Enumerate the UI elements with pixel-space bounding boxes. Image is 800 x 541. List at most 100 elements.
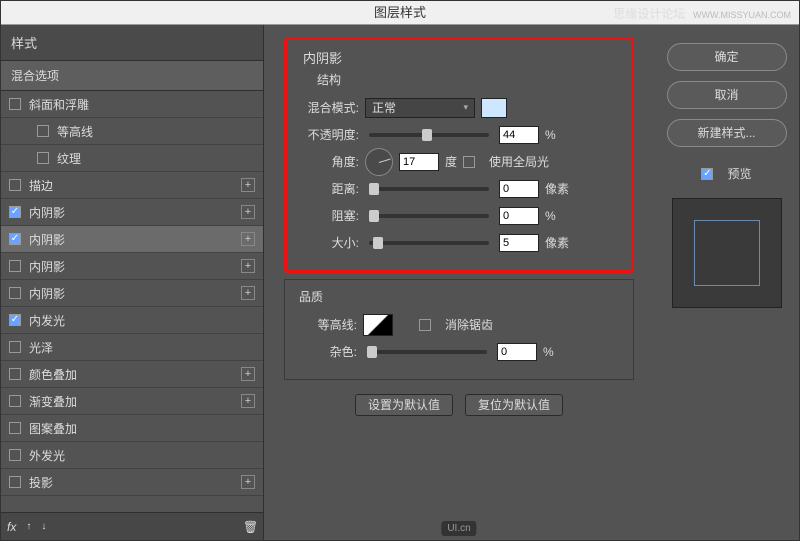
style-checkbox[interactable] bbox=[9, 260, 21, 272]
choke-unit: % bbox=[545, 209, 573, 223]
style-row-14[interactable]: 投影+ bbox=[1, 469, 263, 496]
style-row-1[interactable]: 等高线 bbox=[1, 118, 263, 145]
style-row-12[interactable]: 图案叠加 bbox=[1, 415, 263, 442]
style-label: 内阴影 bbox=[29, 204, 65, 221]
distance-slider[interactable] bbox=[369, 187, 489, 191]
angle-dial[interactable] bbox=[365, 148, 393, 176]
style-row-3[interactable]: 描边+ bbox=[1, 172, 263, 199]
style-row-10[interactable]: 颜色叠加+ bbox=[1, 361, 263, 388]
color-swatch[interactable] bbox=[481, 98, 507, 118]
style-row-4[interactable]: 内阴影 + bbox=[1, 199, 263, 226]
style-label: 内发光 bbox=[29, 312, 65, 329]
style-checkbox[interactable] bbox=[9, 368, 21, 380]
ok-button[interactable]: 确定 bbox=[667, 43, 787, 71]
style-label: 内阴影 bbox=[29, 285, 65, 302]
antialias-label: 消除锯齿 bbox=[445, 316, 493, 333]
style-label: 渐变叠加 bbox=[29, 393, 77, 410]
size-unit: 像素 bbox=[545, 234, 573, 251]
move-down-icon[interactable]: ↓ bbox=[41, 521, 46, 532]
size-slider[interactable] bbox=[369, 241, 489, 245]
watermark-url: WWW.MISSYUAN.COM bbox=[693, 10, 791, 20]
style-row-7[interactable]: 内阴影 + bbox=[1, 280, 263, 307]
style-row-0[interactable]: 斜面和浮雕 bbox=[1, 91, 263, 118]
style-label: 内阴影 bbox=[29, 258, 65, 275]
style-checkbox[interactable] bbox=[9, 314, 21, 326]
blend-mode-select[interactable]: 正常 ▾ bbox=[365, 98, 475, 118]
style-checkbox[interactable] bbox=[9, 233, 21, 245]
angle-unit: 度 bbox=[445, 153, 457, 170]
preview-label: 预览 bbox=[727, 165, 751, 182]
distance-unit: 像素 bbox=[545, 180, 573, 197]
chevron-down-icon: ▾ bbox=[463, 102, 468, 113]
styles-sidebar: 样式 混合选项 斜面和浮雕等高线纹理描边+内阴影+内阴影+内阴影+内阴影+内发光… bbox=[1, 25, 264, 540]
style-checkbox[interactable] bbox=[9, 179, 21, 191]
fx-menu[interactable]: fx bbox=[7, 520, 16, 534]
style-row-6[interactable]: 内阴影 + bbox=[1, 253, 263, 280]
preview-inner bbox=[694, 220, 760, 286]
settings-panel: 内阴影 结构 混合模式: 正常 ▾ 不透明度: 44 % 角度: bbox=[264, 25, 654, 540]
structure-heading: 结构 bbox=[317, 71, 619, 88]
noise-label: 杂色: bbox=[297, 343, 357, 360]
blending-options-row[interactable]: 混合选项 bbox=[1, 61, 263, 91]
global-light-label: 使用全局光 bbox=[489, 153, 549, 170]
style-checkbox[interactable] bbox=[9, 206, 21, 218]
style-row-11[interactable]: 渐变叠加 + bbox=[1, 388, 263, 415]
add-effect-icon[interactable]: + bbox=[241, 259, 255, 273]
blend-mode-value: 正常 bbox=[372, 99, 396, 116]
choke-input[interactable]: 0 bbox=[499, 207, 539, 225]
add-effect-icon[interactable]: + bbox=[241, 394, 255, 408]
size-input[interactable]: 5 bbox=[499, 234, 539, 252]
global-light-checkbox[interactable] bbox=[463, 156, 475, 168]
style-checkbox[interactable] bbox=[37, 125, 49, 137]
reset-default-button[interactable]: 复位为默认值 bbox=[465, 394, 563, 416]
style-row-5[interactable]: 内阴影 + bbox=[1, 226, 263, 253]
opacity-label: 不透明度: bbox=[299, 126, 359, 143]
panel-title: 内阴影 bbox=[303, 48, 619, 67]
contour-picker[interactable] bbox=[363, 314, 393, 336]
style-checkbox[interactable] bbox=[9, 449, 21, 461]
style-label: 斜面和浮雕 bbox=[29, 96, 89, 113]
add-effect-icon[interactable]: + bbox=[241, 232, 255, 246]
make-default-button[interactable]: 设置为默认值 bbox=[355, 394, 453, 416]
style-row-9[interactable]: 光泽 bbox=[1, 334, 263, 361]
style-label: 纹理 bbox=[57, 150, 81, 167]
style-checkbox[interactable] bbox=[9, 341, 21, 353]
opacity-slider[interactable] bbox=[369, 133, 489, 137]
trash-icon[interactable]: 🗑 bbox=[243, 520, 257, 534]
style-checkbox[interactable] bbox=[9, 287, 21, 299]
add-effect-icon[interactable]: + bbox=[241, 286, 255, 300]
right-panel: 确定 取消 新建样式... 预览 bbox=[654, 25, 799, 540]
contour-label: 等高线: bbox=[297, 316, 357, 333]
style-row-8[interactable]: 内发光 bbox=[1, 307, 263, 334]
add-effect-icon[interactable]: + bbox=[241, 205, 255, 219]
style-checkbox[interactable] bbox=[9, 98, 21, 110]
distance-input[interactable]: 0 bbox=[499, 180, 539, 198]
style-checkbox[interactable] bbox=[9, 422, 21, 434]
add-effect-icon[interactable]: + bbox=[241, 475, 255, 489]
new-style-button[interactable]: 新建样式... bbox=[667, 119, 787, 147]
style-label: 外发光 bbox=[29, 447, 65, 464]
style-label: 内阴影 bbox=[29, 231, 65, 248]
footer-logo: UI.cn bbox=[441, 521, 476, 536]
style-list: 斜面和浮雕等高线纹理描边+内阴影+内阴影+内阴影+内阴影+内发光光泽颜色叠加+渐… bbox=[1, 91, 263, 512]
noise-input[interactable]: 0 bbox=[497, 343, 537, 361]
style-row-13[interactable]: 外发光 bbox=[1, 442, 263, 469]
choke-slider[interactable] bbox=[369, 214, 489, 218]
angle-input[interactable]: 17 bbox=[399, 153, 439, 171]
style-checkbox[interactable] bbox=[9, 395, 21, 407]
style-checkbox[interactable] bbox=[37, 152, 49, 164]
antialias-checkbox[interactable] bbox=[419, 319, 431, 331]
add-effect-icon[interactable]: + bbox=[241, 367, 255, 381]
style-row-2[interactable]: 纹理 bbox=[1, 145, 263, 172]
style-label: 等高线 bbox=[57, 123, 93, 140]
move-up-icon[interactable]: ↑ bbox=[26, 521, 31, 532]
quality-group: 品质 等高线: 消除锯齿 杂色: 0 % bbox=[284, 279, 634, 380]
opacity-input[interactable]: 44 bbox=[499, 126, 539, 144]
size-label: 大小: bbox=[299, 234, 359, 251]
cancel-button[interactable]: 取消 bbox=[667, 81, 787, 109]
preview-thumbnail bbox=[672, 198, 782, 308]
style-checkbox[interactable] bbox=[9, 476, 21, 488]
add-effect-icon[interactable]: + bbox=[241, 178, 255, 192]
preview-checkbox[interactable] bbox=[701, 168, 713, 180]
noise-slider[interactable] bbox=[367, 350, 487, 354]
